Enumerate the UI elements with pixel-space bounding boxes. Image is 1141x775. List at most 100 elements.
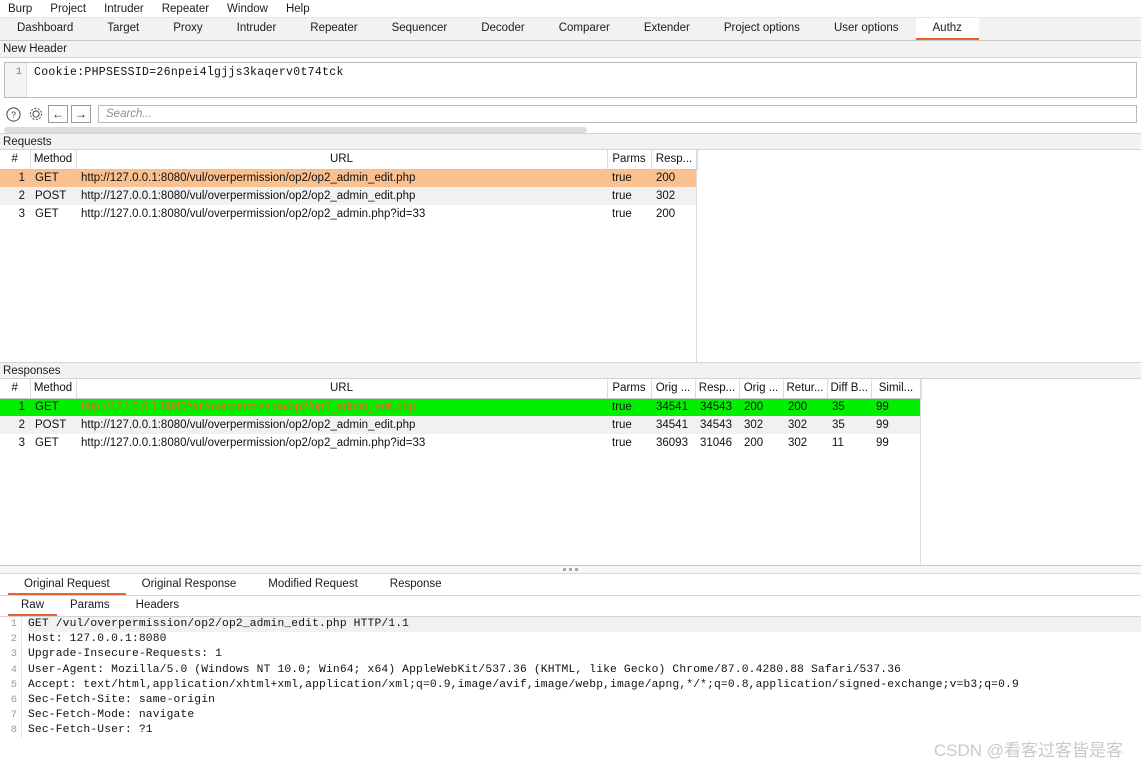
tab-authz[interactable]: Authz xyxy=(915,18,979,40)
menu-item-project[interactable]: Project xyxy=(50,3,95,15)
new-header-label-bar: New Header xyxy=(0,41,1141,58)
menu-item-burp[interactable]: Burp xyxy=(8,3,41,15)
response-parms: true xyxy=(612,419,632,431)
requests-table: # Method URL Parms Resp... 1 GET http://… xyxy=(0,150,698,223)
menu-item-help[interactable]: Help xyxy=(286,3,319,15)
responses-header-row: # Method URL Parms Orig ... Resp... Orig… xyxy=(0,379,922,399)
request-resp: 200 xyxy=(656,172,676,185)
forward-button[interactable]: → xyxy=(71,105,91,123)
responses-col-return[interactable]: Retur... xyxy=(783,379,828,399)
tab-headers[interactable]: Headers xyxy=(123,596,192,616)
response-diff-bytes: 11 xyxy=(832,437,844,449)
raw-line-num: 7 xyxy=(10,709,17,722)
tab-modified-request[interactable]: Modified Request xyxy=(252,574,374,595)
responses-col-parms[interactable]: Parms xyxy=(607,379,652,399)
responses-title: Responses xyxy=(3,364,61,377)
new-header-editor[interactable]: 1 Cookie:PHPSESSID=26npei4lgjjs3kaqerv0t… xyxy=(4,62,1137,98)
requests-table-right-edge xyxy=(696,150,697,362)
tab-dashboard[interactable]: Dashboard xyxy=(0,18,90,40)
new-header-label: New Header xyxy=(3,43,67,55)
back-button[interactable]: ← xyxy=(48,105,68,123)
table-row[interactable]: 2 POST http://127.0.0.1:8080/vul/overper… xyxy=(0,187,697,205)
tab-decoder[interactable]: Decoder xyxy=(464,18,541,40)
table-row[interactable]: 1 GET http://127.0.0.1:8080/vul/overperm… xyxy=(0,398,921,416)
tab-intruder[interactable]: Intruder xyxy=(220,18,294,40)
response-method: POST xyxy=(35,419,67,431)
raw-request-viewer[interactable]: 1 2 3 4 5 6 7 8 GET /vul/overpermission/… xyxy=(0,617,1141,738)
raw-line-num: 2 xyxy=(10,633,17,646)
menu-item-window[interactable]: Window xyxy=(227,3,277,15)
tab-proxy[interactable]: Proxy xyxy=(156,18,219,40)
raw-line-num: 3 xyxy=(10,648,17,661)
raw-line-num: 5 xyxy=(10,678,17,691)
request-url: http://127.0.0.1:8080/vul/overpermission… xyxy=(81,172,416,185)
responses-col-num[interactable]: # xyxy=(0,379,31,399)
requests-col-url[interactable]: URL xyxy=(76,150,608,170)
requests-col-parms[interactable]: Parms xyxy=(607,150,652,170)
responses-col-method[interactable]: Method xyxy=(30,379,77,399)
response-method: GET xyxy=(35,401,59,414)
requests-col-resp[interactable]: Resp... xyxy=(651,150,698,170)
tab-comparer[interactable]: Comparer xyxy=(542,18,627,40)
response-orig-status: 200 xyxy=(744,401,764,414)
responses-col-orig-len[interactable]: Orig ... xyxy=(651,379,696,399)
tab-repeater[interactable]: Repeater xyxy=(293,18,374,40)
panel-splitter[interactable] xyxy=(0,565,1141,574)
menu-item-intruder[interactable]: Intruder xyxy=(104,3,153,15)
tab-sequencer[interactable]: Sequencer xyxy=(375,18,465,40)
table-row[interactable]: 2 POST http://127.0.0.1:8080/vul/overper… xyxy=(0,416,921,434)
raw-line-num: 4 xyxy=(10,663,17,676)
splitter-handle-icon xyxy=(563,568,578,571)
requests-col-num[interactable]: # xyxy=(0,150,31,170)
request-num: 1 xyxy=(18,172,25,185)
responses-col-url[interactable]: URL xyxy=(76,379,608,399)
svg-text:?: ? xyxy=(11,110,16,120)
request-num: 3 xyxy=(18,208,25,220)
request-method: GET xyxy=(35,172,59,185)
tab-project-options[interactable]: Project options xyxy=(707,18,817,40)
new-header-value[interactable]: Cookie:PHPSESSID=26npei4lgjjs3kaqerv0t74… xyxy=(27,63,1136,97)
request-resp: 302 xyxy=(656,190,676,202)
tab-user-options[interactable]: User options xyxy=(817,18,916,40)
raw-line-num: 8 xyxy=(10,724,17,737)
requests-col-method[interactable]: Method xyxy=(30,150,77,170)
raw-line-numbers: 1 2 3 4 5 6 7 8 xyxy=(0,617,22,738)
tab-original-request[interactable]: Original Request xyxy=(8,574,126,595)
request-method: GET xyxy=(35,208,59,220)
raw-request-body[interactable]: GET /vul/overpermission/op2/op2_admin_ed… xyxy=(22,617,1141,738)
responses-col-orig-status[interactable]: Orig ... xyxy=(739,379,784,399)
response-return: 302 xyxy=(788,419,808,431)
responses-col-similarity[interactable]: Simil... xyxy=(871,379,922,399)
responses-table-wrap: # Method URL Parms Orig ... Resp... Orig… xyxy=(0,379,1141,565)
response-diff-bytes: 35 xyxy=(832,419,845,431)
requests-title: Requests xyxy=(3,135,52,148)
table-row[interactable]: 1 GET http://127.0.0.1:8080/vul/overperm… xyxy=(0,169,697,187)
raw-line: User-Agent: Mozilla/5.0 (Windows NT 10.0… xyxy=(28,663,902,676)
search-input[interactable]: Search... xyxy=(98,105,1137,123)
response-parms: true xyxy=(612,437,632,449)
table-row[interactable]: 3 GET http://127.0.0.1:8080/vul/overperm… xyxy=(0,205,697,223)
response-method: GET xyxy=(35,437,59,449)
responses-col-resp-len[interactable]: Resp... xyxy=(695,379,740,399)
response-orig-len: 34541 xyxy=(656,401,688,414)
response-orig-len: 36093 xyxy=(656,437,688,449)
menu-item-repeater[interactable]: Repeater xyxy=(162,3,218,15)
tab-response[interactable]: Response xyxy=(374,574,458,595)
tab-raw[interactable]: Raw xyxy=(8,596,58,616)
responses-col-diff-bytes[interactable]: Diff B... xyxy=(827,379,872,399)
response-diff-bytes: 35 xyxy=(832,401,845,414)
help-circle-icon[interactable]: ? xyxy=(4,105,23,124)
requests-section-bar: Requests xyxy=(0,133,1141,150)
authz-toolbar: ? ← → Search... xyxy=(4,104,1137,124)
main-tab-strip: Dashboard Target Proxy Intruder Repeater… xyxy=(0,18,1141,41)
request-parms: true xyxy=(612,172,632,185)
gear-icon[interactable] xyxy=(26,105,45,124)
responses-section-bar: Responses xyxy=(0,362,1141,379)
tab-extender[interactable]: Extender xyxy=(627,18,707,40)
table-row[interactable]: 3 GET http://127.0.0.1:8080/vul/overperm… xyxy=(0,434,921,452)
tab-params[interactable]: Params xyxy=(57,596,123,616)
raw-line: Upgrade-Insecure-Requests: 1 xyxy=(28,648,223,661)
view-tab-strip: Raw Params Headers xyxy=(0,596,1141,617)
tab-original-response[interactable]: Original Response xyxy=(126,574,253,595)
tab-target[interactable]: Target xyxy=(90,18,156,40)
